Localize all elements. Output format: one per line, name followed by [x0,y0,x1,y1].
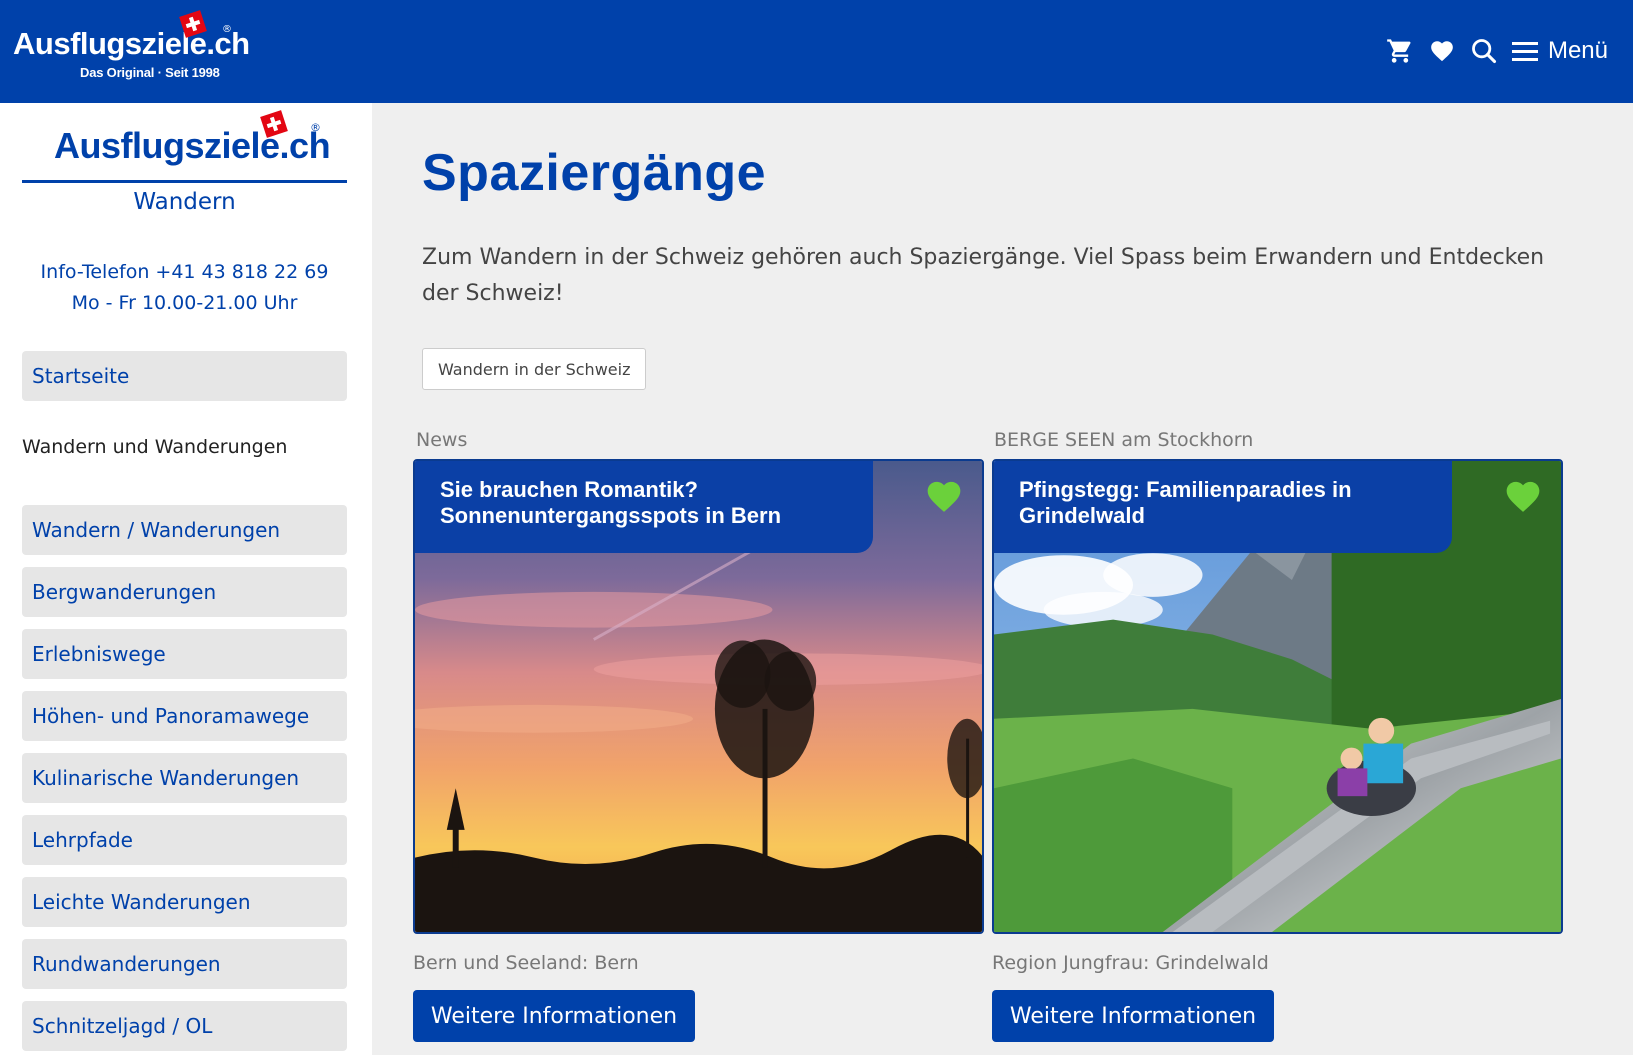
card-label: BERGE SEEN am Stockhorn [994,429,1254,451]
sidebar-logo[interactable]: Ausflugsziele.ch ® [54,110,331,173]
sidebar-subtitle: Wandern [133,189,236,215]
site-header: Ausflugsziele.ch ® Das Original · Seit 1… [0,0,1633,103]
sidebar-item-startseite[interactable]: Startseite [22,351,347,401]
card-region: Bern und Seeland: Bern [413,952,639,974]
sidebar-divider [22,180,347,183]
sidebar-item-panoramawege[interactable]: Höhen- und Panoramawege [22,691,347,741]
hamburger-icon [1511,42,1538,61]
card-region: Region Jungfrau: Grindelwald [992,952,1269,974]
site-logo[interactable]: Ausflugsziele.ch ® Das Original · Seit 1… [13,10,250,84]
sidebar-item-lehrpfade[interactable]: Lehrpfade [22,815,347,865]
sidebar-item-erlebniswege[interactable]: Erlebniswege [22,629,347,679]
sidebar-info: Info-Telefon +41 43 818 22 69 Mo - Fr 10… [22,257,347,319]
category-chip[interactable]: Wandern in der Schweiz [422,348,647,390]
more-info-button[interactable]: Weitere Informationen [413,990,695,1042]
sidebar-item-leichte[interactable]: Leichte Wanderungen [22,877,347,927]
sidebar-logo-brand: Ausflugsziele.ch [54,125,331,166]
intro-text: Zum Wandern in der Schweiz gehören auch … [422,245,1545,306]
logo-registered-mark: ® [222,24,232,35]
sidebar-item-rundwanderungen[interactable]: Rundwanderungen [22,939,347,989]
sidebar: Ausflugsziele.ch ® Wandern Info-Telefon … [0,103,372,1055]
heart-icon[interactable] [1428,37,1456,65]
sidebar-item-bergwanderungen[interactable]: Bergwanderungen [22,567,347,617]
sidebar-item-kulinarische[interactable]: Kulinarische Wanderungen [22,753,347,803]
page-title: Spaziergänge [422,144,767,202]
info-hours: Mo - Fr 10.00-21.00 Uhr [71,292,298,314]
header-actions: Menü [1386,33,1608,69]
card-sunset-bern[interactable]: Sie brauchen Romantik? Sonnenuntergangss… [413,459,984,934]
logo-brand: Ausflugsziele.ch [13,26,250,61]
more-info-button[interactable]: Weitere Informationen [992,990,1274,1042]
sidebar-item-wandern[interactable]: Wandern / Wanderungen [22,505,347,555]
cart-icon[interactable] [1386,37,1414,65]
card-title[interactable]: Sie brauchen Romantik? Sonnenuntergangss… [415,461,873,553]
sidebar-section-heading: Wandern und Wanderungen [22,436,288,458]
card-label: News [416,429,468,451]
info-phone[interactable]: Info-Telefon +41 43 818 22 69 [22,257,347,288]
search-icon[interactable] [1470,37,1498,65]
menu-button[interactable]: Menü [1511,37,1608,65]
logo-tagline: Das Original · Seit 1998 [80,65,220,80]
card-pfingstegg[interactable]: Pfingstegg: Familienparadies in Grindelw… [992,459,1563,934]
favorite-heart-icon[interactable] [924,477,964,513]
sidebar-logo-registered-mark: ® [310,121,321,134]
menu-label: Menü [1547,37,1608,64]
favorite-heart-icon[interactable] [1503,477,1543,513]
sidebar-item-schnitzeljagd[interactable]: Schnitzeljagd / OL [22,1001,347,1051]
card-title[interactable]: Pfingstegg: Familienparadies in Grindelw… [994,461,1452,553]
